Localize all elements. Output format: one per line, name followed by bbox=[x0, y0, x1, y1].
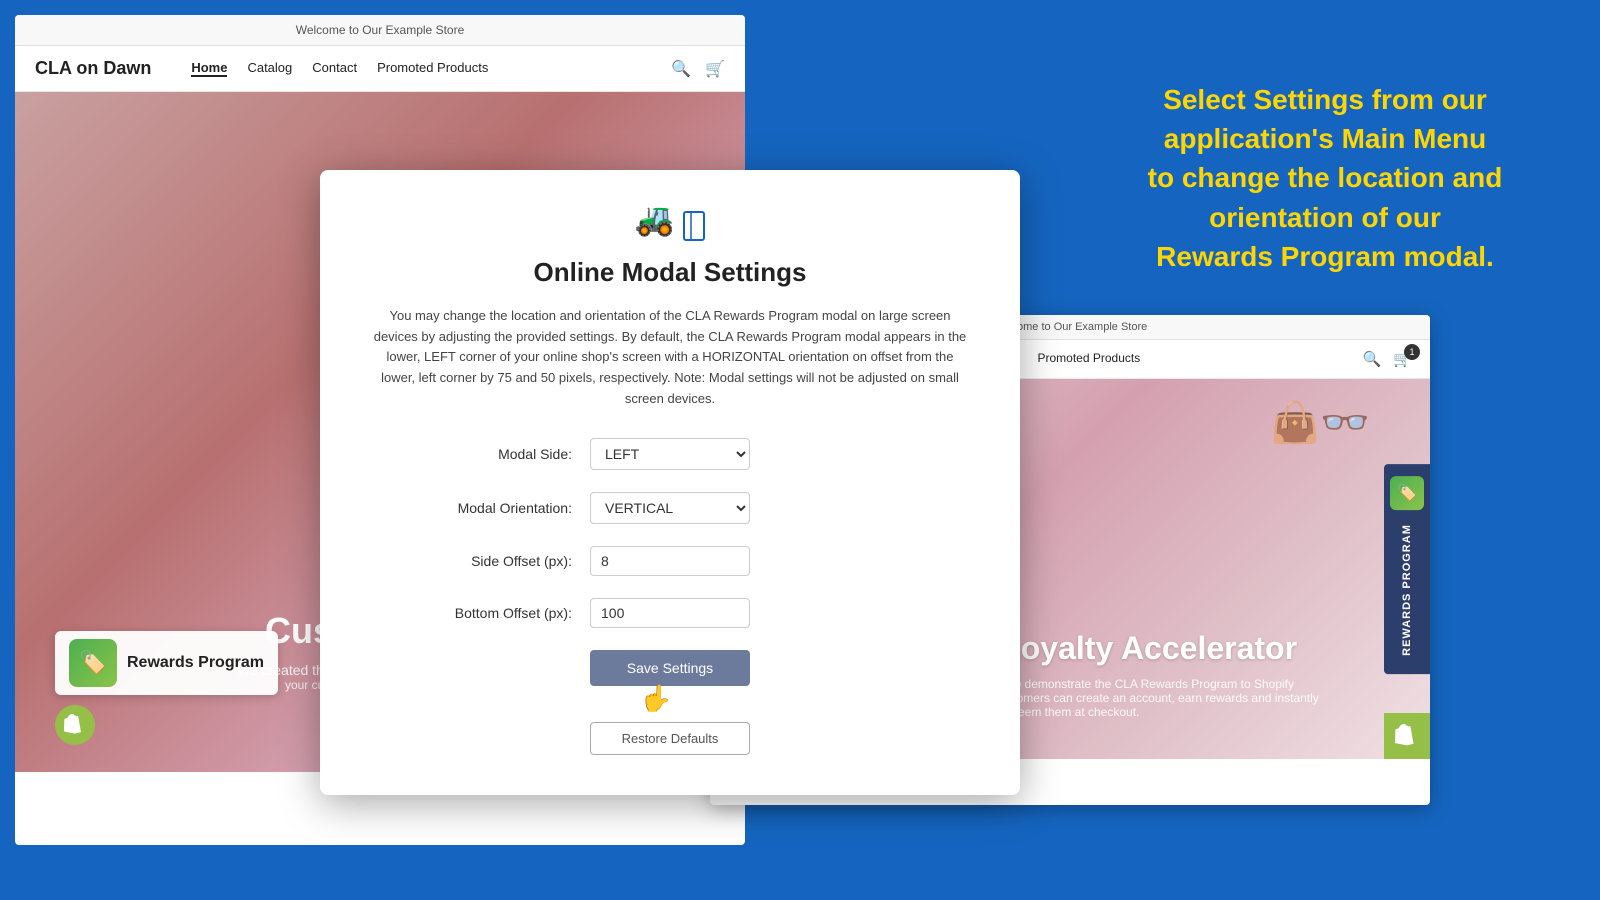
modal-side-select[interactable]: LEFT RIGHT bbox=[590, 438, 750, 470]
cart-count-badge: 1 bbox=[1404, 344, 1420, 360]
modal-logo: 🚜 bbox=[370, 200, 970, 241]
bg-store-brand: CLA on Dawn bbox=[35, 58, 151, 79]
modal-side-label: Modal Side: bbox=[370, 446, 590, 462]
bottom-offset-row: Bottom Offset (px): bbox=[370, 598, 970, 628]
bg-nav-home[interactable]: Home bbox=[191, 60, 227, 77]
bg-store-icons: 🔍 🛒 bbox=[671, 59, 725, 79]
instruction-line1: Select Settings from our application's M… bbox=[1163, 84, 1487, 154]
right-search-icon[interactable]: 🔍 bbox=[1363, 350, 1382, 368]
modal-description: You may change the location and orientat… bbox=[370, 306, 970, 410]
cursor-hand-icon: 👆 bbox=[640, 683, 672, 714]
search-icon[interactable]: 🔍 bbox=[671, 59, 691, 79]
bg-nav-contact[interactable]: Contact bbox=[312, 60, 357, 77]
bottom-offset-input[interactable] bbox=[590, 598, 750, 628]
rewards-text-left: Rewards Program bbox=[127, 654, 264, 672]
rewards-widget-right[interactable]: 🏷️ Rewards Program bbox=[1384, 464, 1430, 674]
rewards-icon-left: 🏷️ bbox=[69, 639, 117, 687]
modal-orientation-row: Modal Orientation: VERTICAL HORIZONTAL bbox=[370, 492, 970, 524]
bg-nav-catalog[interactable]: Catalog bbox=[247, 60, 292, 77]
shopify-badge-right bbox=[1384, 713, 1430, 759]
save-settings-button[interactable]: Save Settings bbox=[590, 650, 750, 686]
bg-store-nav: Home Catalog Contact Promoted Products bbox=[191, 60, 488, 77]
rewards-badge-left[interactable]: 🏷️ Rewards Program bbox=[55, 631, 278, 695]
settings-modal: 🚜 Online Modal Settings You may change t… bbox=[320, 170, 1020, 795]
modal-buttons: Save Settings 👆 Restore Defaults bbox=[370, 650, 970, 755]
logo-boxes bbox=[683, 211, 705, 241]
side-offset-row: Side Offset (px): bbox=[370, 546, 970, 576]
bg-store-navbar: CLA on Dawn Home Catalog Contact Promote… bbox=[15, 46, 745, 92]
modal-orientation-select[interactable]: VERTICAL HORIZONTAL bbox=[590, 492, 750, 524]
instruction-line3: Rewards Program modal. bbox=[1156, 241, 1494, 272]
restore-defaults-button[interactable]: Restore Defaults bbox=[590, 722, 750, 755]
modal-side-row: Modal Side: LEFT RIGHT bbox=[370, 438, 970, 470]
instruction-text: Select Settings from our application's M… bbox=[1080, 80, 1570, 276]
rewards-widget-text: Rewards Program bbox=[1401, 518, 1413, 662]
rewards-widget-icon: 🏷️ bbox=[1390, 476, 1424, 510]
modal-orientation-label: Modal Orientation: bbox=[370, 500, 590, 516]
topbar-text: Welcome to Our Example Store bbox=[296, 23, 465, 37]
bg-store-topbar: Welcome to Our Example Store bbox=[15, 15, 745, 46]
side-offset-input[interactable] bbox=[590, 546, 750, 576]
right-store-icons: 🔍 🛒 1 bbox=[1363, 350, 1412, 368]
hero-items: 👜👓 bbox=[1270, 399, 1370, 446]
shopify-badge-left bbox=[55, 705, 95, 745]
side-offset-label: Side Offset (px): bbox=[370, 553, 590, 569]
modal-title: Online Modal Settings bbox=[370, 257, 970, 288]
tractor-icon: 🚜 bbox=[635, 201, 675, 237]
bottom-offset-label: Bottom Offset (px): bbox=[370, 605, 590, 621]
cart-icon[interactable]: 🛒 bbox=[705, 59, 725, 79]
bg-nav-promoted[interactable]: Promoted Products bbox=[377, 60, 488, 77]
instruction-line2: to change the location and orientation o… bbox=[1148, 162, 1503, 232]
right-cart-icon[interactable]: 🛒 1 bbox=[1393, 350, 1412, 368]
right-nav-promoted[interactable]: Promoted Products bbox=[1037, 351, 1140, 367]
